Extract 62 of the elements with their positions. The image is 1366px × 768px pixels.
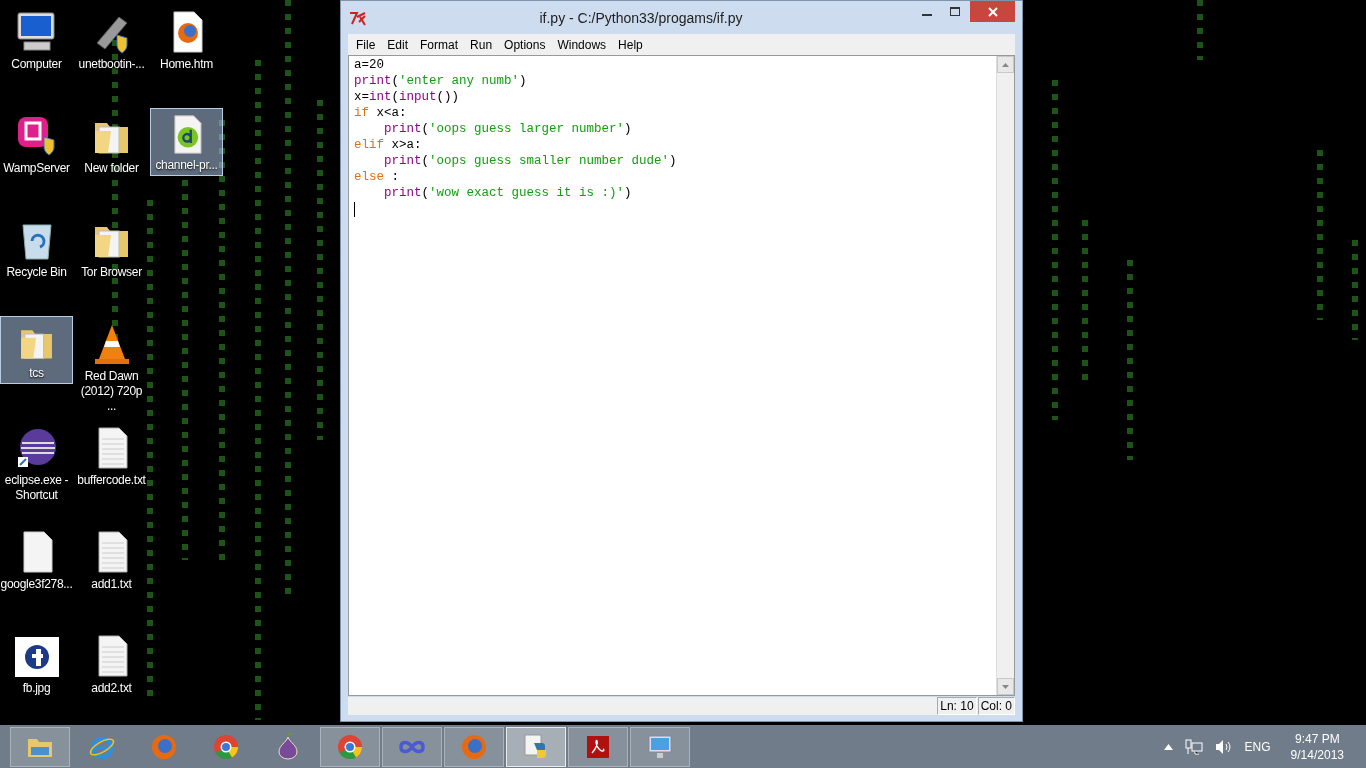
taskbar-button[interactable] [382,726,442,767]
desktop-icon[interactable]: New folder [75,108,148,179]
desktop-icon[interactable]: add1.txt [75,524,148,595]
code-line: print('oops guess larger number') [384,121,632,137]
menu-item[interactable]: Help [612,37,649,52]
minimize-icon [922,13,932,16]
taskbar-button[interactable] [630,726,690,767]
code-line: print('oops guess smaller number dude') [384,153,677,169]
code-line: else : [354,169,400,185]
scroll-down-button[interactable] [997,678,1014,695]
code-line: a=20 [354,57,384,73]
show-hidden-icons-icon[interactable] [1163,743,1173,750]
network-icon[interactable] [1184,738,1203,755]
taskbar-button[interactable] [444,726,504,767]
desktop-icon[interactable]: channel-pr... [150,108,223,176]
desktop-icon[interactable]: unetbootin-... [75,4,148,75]
desktop-icon[interactable]: eclipse.exe - Shortcut [0,420,73,506]
firefox-icon [460,732,488,761]
clock-date[interactable]: 9/14/2013 [1290,747,1344,762]
desktop-icon[interactable]: fb.jpg [0,628,73,699]
desktop-icon[interactable]: add2.txt [75,628,148,699]
desktop-icon[interactable]: Home.htm [150,4,223,75]
taskbar-button[interactable] [568,726,628,767]
menu-item[interactable]: Edit [381,37,415,52]
desktop-icon[interactable]: Recycle Bin [0,212,73,283]
maximize-icon [950,6,960,17]
text-cursor [354,202,355,217]
clock-time[interactable]: 9:47 PM [1294,731,1340,746]
status-field: Ln: 10 [937,697,977,715]
desktop-icon[interactable]: Tor Browser [75,212,148,283]
menu-item[interactable]: Windows [551,37,613,52]
desktop-icon[interactable]: google3f278... [0,524,73,595]
close-button[interactable] [970,1,1015,22]
scroll-up-button[interactable] [997,56,1014,73]
desktop-icon[interactable]: buffercode.txt [75,420,148,491]
desktop-icon[interactable]: tcs [0,316,73,384]
chrome-icon [212,732,240,761]
menu-item[interactable]: Run [464,37,499,52]
down-arrow-icon [1002,684,1009,689]
menu-item[interactable]: File [350,37,382,52]
up-arrow-icon [1002,62,1009,67]
input-language[interactable]: ENG [1244,739,1271,754]
desktop-icon[interactable]: Red Dawn (2012) 720p ... [75,316,148,417]
menu-item[interactable]: Options [498,37,552,52]
close-icon [987,6,998,17]
code-line: x=int(input()) [354,89,460,105]
code-line: if x<a: [354,105,407,121]
chrome-icon [336,732,364,761]
taskbar-button[interactable] [506,726,566,767]
code-line: print('enter any numb') [354,73,527,89]
feather-logo-icon [348,9,368,26]
taskbar-button[interactable] [320,726,380,767]
taskbar-button[interactable] [10,726,70,767]
code-line: print('wow exact guess it is :)') [384,185,632,201]
window-title: if.py - C:/Python33/progams/if.py [538,9,744,26]
menu-item[interactable]: Format [414,37,465,52]
speaker-icon[interactable] [1214,738,1233,755]
code-line: elif x>a: [354,137,422,153]
desktop-icon[interactable]: WampServer [0,108,73,179]
desktop-icon[interactable]: Computer [0,4,73,75]
status-field: Col: 0 [977,697,1015,715]
firefox-icon [150,732,178,761]
